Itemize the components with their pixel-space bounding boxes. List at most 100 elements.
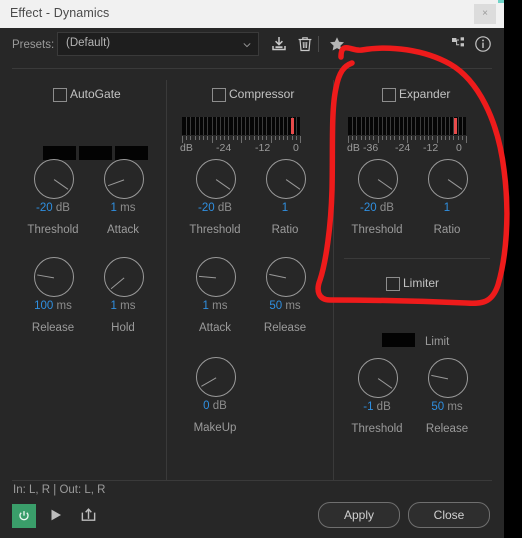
expander-ratio-value: 1 xyxy=(443,202,451,214)
presets-label: Presets: xyxy=(12,39,55,51)
meter-segment xyxy=(407,117,408,135)
compressor-title: Compressor xyxy=(229,87,295,101)
save-preset-icon[interactable] xyxy=(270,35,288,53)
limiter-threshold-knob[interactable] xyxy=(358,358,398,398)
window-titlebar: Effect - Dynamics × xyxy=(0,0,504,28)
knob-pointer xyxy=(269,273,287,279)
autogate-checkbox[interactable] xyxy=(53,88,67,102)
compressor-meter-label-1: -24 xyxy=(216,142,232,154)
meter-tick xyxy=(266,136,267,140)
meter-tick xyxy=(373,136,374,140)
compressor-ratio-value: 1 xyxy=(281,202,289,214)
meter-segment xyxy=(403,117,404,135)
compressor-meter-label-2: -12 xyxy=(255,142,271,154)
favorite-star-icon[interactable] xyxy=(328,35,346,53)
autogate-hold-knob[interactable] xyxy=(104,257,144,297)
autogate-attack-knob[interactable] xyxy=(104,159,144,199)
meter-segment xyxy=(224,117,225,135)
meter-segment xyxy=(356,117,357,135)
meter-segment xyxy=(415,117,416,135)
meter-segment xyxy=(262,117,263,135)
compressor-meter-label-3: 0 xyxy=(293,142,299,154)
autogate-attack-label: Attack xyxy=(107,224,139,236)
limiter-release-label: Release xyxy=(425,423,469,435)
meter-tick xyxy=(382,136,383,140)
footer-separator xyxy=(12,480,492,481)
screenshot-root: Effect - Dynamics × Presets: (Default) A… xyxy=(0,0,522,538)
preset-dropdown[interactable]: (Default) xyxy=(57,32,259,56)
meter-tick xyxy=(254,136,255,140)
knob-pointer xyxy=(377,179,393,191)
expander-ratio-knob[interactable] xyxy=(428,159,468,199)
routing-icon[interactable] xyxy=(450,35,468,53)
export-icon[interactable] xyxy=(80,506,97,528)
autogate-led-1 xyxy=(43,146,76,160)
meter-tick xyxy=(258,136,259,140)
expander-checkbox[interactable] xyxy=(382,88,396,102)
meter-segment xyxy=(445,117,446,135)
expander-threshold-value: -20 dB xyxy=(360,202,394,214)
meter-segment xyxy=(394,117,395,135)
limiter-threshold-label: Threshold xyxy=(351,423,403,435)
limiter-checkbox[interactable] xyxy=(386,277,400,291)
expander-title: Expander xyxy=(399,87,451,101)
compressor-threshold-knob[interactable] xyxy=(196,159,236,199)
compressor-makeup-label: MakeUp xyxy=(193,422,237,434)
compressor-ratio-knob[interactable] xyxy=(266,159,306,199)
meter-tick xyxy=(279,136,280,140)
compressor-release-label: Release xyxy=(263,322,307,334)
play-icon[interactable] xyxy=(48,507,64,528)
meter-tick xyxy=(394,136,395,140)
effect-dynamics-window: Effect - Dynamics × Presets: (Default) A… xyxy=(0,0,504,538)
meter-tick xyxy=(300,136,301,143)
autogate-release-knob[interactable] xyxy=(34,257,74,297)
meter-tick xyxy=(271,136,272,143)
delete-preset-icon[interactable] xyxy=(296,35,314,53)
meter-tick xyxy=(224,136,225,140)
limiter-release-knob[interactable] xyxy=(428,358,468,398)
compressor-release-knob[interactable] xyxy=(266,257,306,297)
meter-tick xyxy=(411,136,412,140)
compressor-meter xyxy=(182,117,300,135)
compressor-threshold-label: Threshold xyxy=(189,224,241,236)
meter-segment xyxy=(283,117,284,135)
apply-button[interactable]: Apply xyxy=(318,502,400,528)
expander-threshold-knob[interactable] xyxy=(358,159,398,199)
compressor-makeup-value: 0 dB xyxy=(203,400,227,412)
info-icon[interactable] xyxy=(474,35,492,53)
compressor-attack-knob[interactable] xyxy=(196,257,236,297)
meter-segment xyxy=(212,117,213,135)
meter-tick xyxy=(432,136,433,140)
knob-pointer xyxy=(37,274,55,279)
meter-tick xyxy=(415,136,416,140)
autogate-threshold-knob[interactable] xyxy=(34,159,74,199)
meter-segment xyxy=(207,117,208,135)
meter-tick xyxy=(403,136,404,140)
meter-tick xyxy=(352,136,353,140)
close-button[interactable]: Close xyxy=(408,502,490,528)
meter-tick xyxy=(245,136,246,140)
autogate-led-2 xyxy=(79,146,112,160)
compressor-makeup-knob[interactable] xyxy=(196,357,236,397)
meter-segment xyxy=(237,117,238,135)
meter-tick xyxy=(190,136,191,140)
compressor-attack-value: 1 ms xyxy=(202,300,228,312)
expander-meter-label-4: 0 xyxy=(456,142,462,154)
knob-pointer xyxy=(447,179,463,191)
limiter-threshold-value: -1 dB xyxy=(363,401,391,413)
power-icon[interactable] xyxy=(12,504,36,528)
window-close-button[interactable]: × xyxy=(474,4,496,24)
compressor-meter-ticks xyxy=(182,136,301,143)
window-title: Effect - Dynamics xyxy=(10,6,110,20)
meter-tick xyxy=(195,136,196,140)
meter-segment xyxy=(233,117,234,135)
meter-segment xyxy=(249,117,250,135)
meter-tick xyxy=(237,136,238,140)
meter-tick xyxy=(466,136,467,143)
compressor-checkbox[interactable] xyxy=(212,88,226,102)
expander-meter-label-0: dB xyxy=(347,142,360,154)
preset-toolbar: Presets: (Default) xyxy=(0,28,504,64)
toolbar-separator xyxy=(12,68,492,69)
chevron-down-icon xyxy=(243,43,251,48)
meter-tick xyxy=(220,136,221,140)
